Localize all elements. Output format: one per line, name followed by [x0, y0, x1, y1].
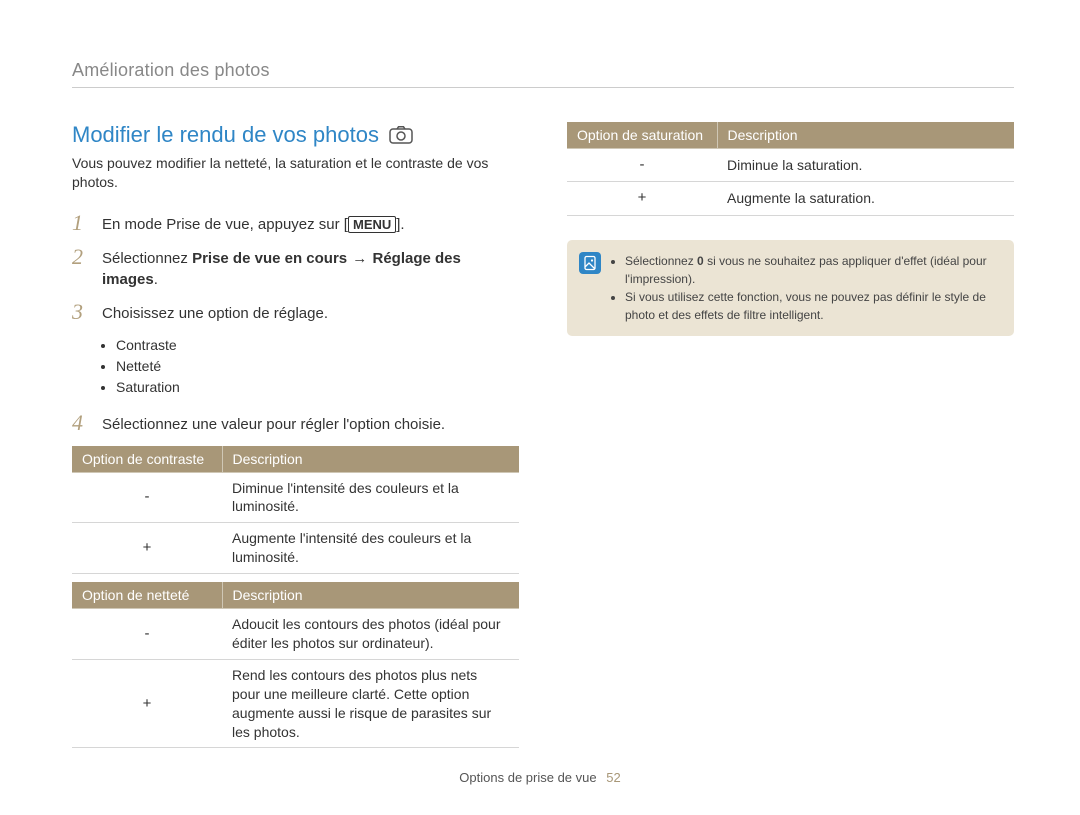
- note-item: Si vous utilisez cette fonction, vous ne…: [625, 288, 1000, 324]
- step-1-post: ].: [396, 216, 404, 233]
- step-text: En mode Prise de vue, appuyez sur [MENU]…: [102, 212, 405, 236]
- section-title-text: Modifier le rendu de vos photos: [72, 122, 379, 148]
- table-row: + Augmente la saturation.: [567, 182, 1014, 215]
- step-number: 1: [72, 212, 90, 234]
- th-description: Description: [222, 582, 519, 609]
- bullet-nettete: Netteté: [116, 356, 519, 377]
- note-icon: [579, 252, 601, 274]
- section-title: Modifier le rendu de vos photos: [72, 122, 519, 148]
- right-column: Option de saturation Description - Dimin…: [567, 122, 1014, 756]
- step-2: 2 Sélectionnez Prise de vue en cours → R…: [72, 246, 519, 292]
- step-text: Sélectionnez Prise de vue en cours → Rég…: [102, 246, 519, 292]
- step-2-pre: Sélectionnez: [102, 250, 192, 267]
- step-3: 3 Choisissez une option de réglage.: [72, 301, 519, 325]
- note-box: Sélectionnez 0 si vous ne souhaitez pas …: [567, 240, 1014, 336]
- note-list: Sélectionnez 0 si vous ne souhaitez pas …: [625, 252, 1000, 324]
- option-symbol: +: [567, 182, 717, 215]
- page-number: 52: [606, 770, 620, 785]
- step-1-pre: En mode Prise de vue, appuyez sur [: [102, 216, 348, 233]
- step-2-post: .: [154, 271, 158, 288]
- option-desc: Diminue l'intensité des couleurs et la l…: [222, 472, 519, 523]
- intro-text: Vous pouvez modifier la netteté, la satu…: [72, 154, 519, 192]
- option-symbol: +: [72, 523, 222, 574]
- bullet-saturation: Saturation: [116, 377, 519, 398]
- option-desc: Diminue la saturation.: [717, 149, 1014, 182]
- contrast-table: Option de contraste Description - Diminu…: [72, 446, 519, 575]
- manual-page: Amélioration des photos Modifier le rend…: [0, 0, 1080, 756]
- content-columns: Modifier le rendu de vos photos Vous pou…: [72, 122, 1014, 756]
- camera-icon: [389, 126, 413, 144]
- note-item: Sélectionnez 0 si vous ne souhaitez pas …: [625, 252, 1000, 288]
- option-desc: Augmente l'intensité des couleurs et la …: [222, 523, 519, 574]
- saturation-table: Option de saturation Description - Dimin…: [567, 122, 1014, 216]
- footer-label: Options de prise de vue: [459, 770, 596, 785]
- menu-button-label: MENU: [348, 216, 396, 234]
- step-2-bold1: Prise de vue en cours: [192, 250, 347, 267]
- sharpness-table: Option de netteté Description - Adoucit …: [72, 582, 519, 748]
- table-row: + Rend les contours des photos plus nets…: [72, 659, 519, 748]
- option-symbol: -: [72, 472, 222, 523]
- option-bullets: Contraste Netteté Saturation: [116, 335, 519, 398]
- breadcrumb: Amélioration des photos: [72, 60, 1014, 88]
- step-number: 3: [72, 301, 90, 323]
- bullet-contraste: Contraste: [116, 335, 519, 356]
- option-desc: Rend les contours des photos plus nets p…: [222, 659, 519, 748]
- table-row: + Augmente l'intensité des couleurs et l…: [72, 523, 519, 574]
- th-option: Option de contraste: [72, 446, 222, 473]
- option-desc: Adoucit les contours des photos (idéal p…: [222, 609, 519, 660]
- table-row: - Diminue la saturation.: [567, 149, 1014, 182]
- step-number: 4: [72, 412, 90, 434]
- step-text: Choisissez une option de réglage.: [102, 301, 328, 325]
- step-4: 4 Sélectionnez une valeur pour régler l'…: [72, 412, 519, 436]
- left-column: Modifier le rendu de vos photos Vous pou…: [72, 122, 519, 756]
- table-row: - Diminue l'intensité des couleurs et la…: [72, 472, 519, 523]
- page-footer: Options de prise de vue 52: [0, 770, 1080, 785]
- th-description: Description: [222, 446, 519, 473]
- option-symbol: -: [72, 609, 222, 660]
- step-text: Sélectionnez une valeur pour régler l'op…: [102, 412, 445, 436]
- th-option: Option de saturation: [567, 122, 717, 149]
- step-number: 2: [72, 246, 90, 268]
- option-symbol: +: [72, 659, 222, 748]
- step-1: 1 En mode Prise de vue, appuyez sur [MEN…: [72, 212, 519, 236]
- note-1-bold: 0: [697, 254, 704, 268]
- note-1-pre: Sélectionnez: [625, 254, 697, 268]
- option-symbol: -: [567, 149, 717, 182]
- arrow-icon: →: [347, 250, 372, 267]
- th-option: Option de netteté: [72, 582, 222, 609]
- th-description: Description: [717, 122, 1014, 149]
- option-desc: Augmente la saturation.: [717, 182, 1014, 215]
- table-row: - Adoucit les contours des photos (idéal…: [72, 609, 519, 660]
